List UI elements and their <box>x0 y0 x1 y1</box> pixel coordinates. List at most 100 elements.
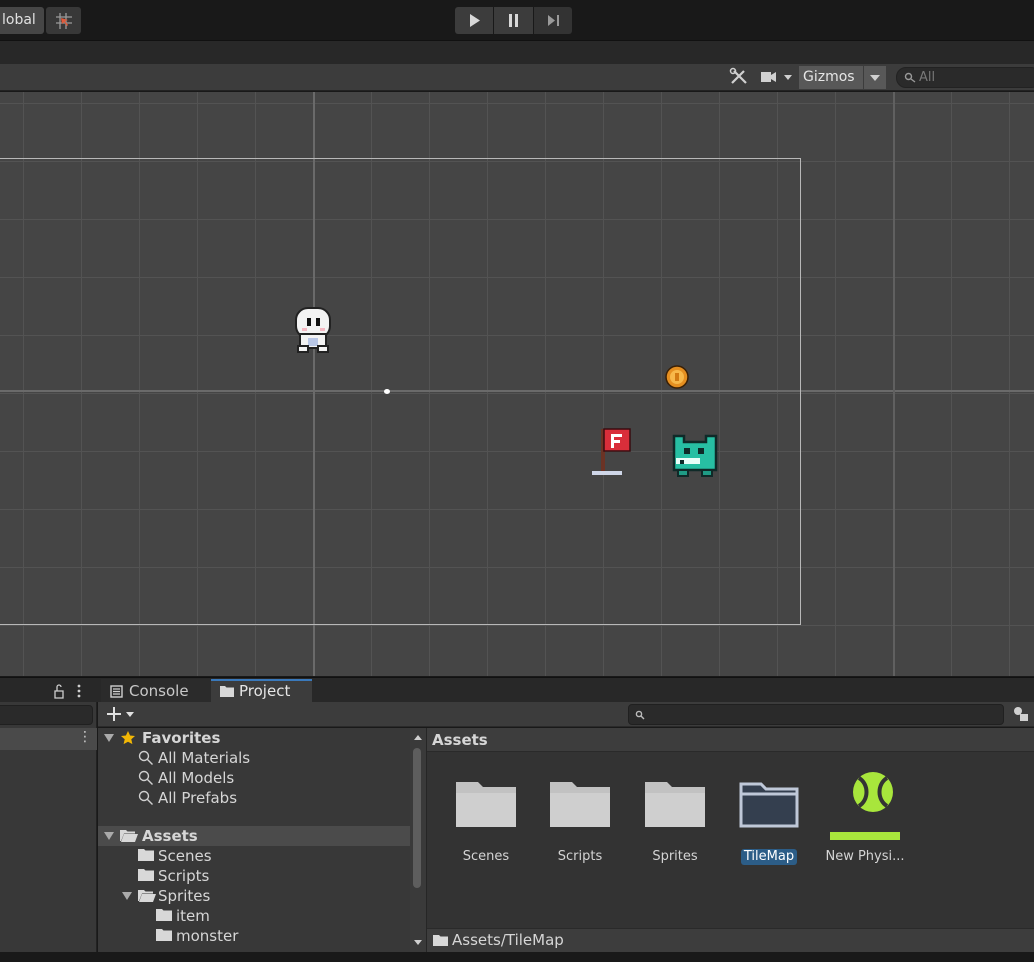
goal-flag-sprite[interactable] <box>590 425 634 485</box>
folder-icon <box>645 782 705 827</box>
hierarchy-row-menu-icon[interactable]: ⋮ <box>78 729 92 745</box>
search-icon <box>138 750 153 765</box>
plus-icon <box>107 707 134 721</box>
asset-label: Sprites <box>652 849 698 864</box>
tree-fav-item[interactable]: All Models <box>98 768 410 788</box>
asset-path-label: Assets/TileMap <box>452 931 564 949</box>
tree-scrollbar[interactable] <box>410 728 426 952</box>
scene-pivot-marker <box>384 389 390 394</box>
scene-view-toolbar: Gizmos All <box>0 64 1034 91</box>
scene-grid-line <box>893 92 895 676</box>
folder-icon <box>433 935 448 946</box>
pivot-rotation-toggle[interactable]: lobal <box>0 7 44 34</box>
coin-sprite[interactable] <box>665 365 689 393</box>
monster-sprite[interactable] <box>668 430 722 484</box>
physics-material-icon <box>830 772 900 840</box>
asset-label: Scenes <box>462 849 510 864</box>
folder-icon <box>156 909 172 921</box>
grid-snap-icon <box>56 13 72 29</box>
tab-project-label: Project <box>239 682 291 700</box>
step-icon <box>547 15 559 26</box>
pause-button[interactable] <box>494 7 533 34</box>
asset-folder-sprites[interactable]: Sprites <box>629 772 721 870</box>
lock-icon[interactable] <box>52 680 92 702</box>
asset-grid-panel: Assets Scenes Scripts Sprites TileMap Ne… <box>426 728 1034 952</box>
star-icon <box>121 731 135 745</box>
scroll-up-icon[interactable] <box>410 732 426 744</box>
tree-folder-label: item <box>176 907 210 925</box>
player-ghost-sprite[interactable] <box>290 306 336 362</box>
search-icon <box>635 710 645 720</box>
project-search-input[interactable] <box>628 704 1004 725</box>
tree-assets-label: Assets <box>142 827 198 845</box>
asset-path-bar: Assets/TileMap <box>427 928 1034 952</box>
tree-folder[interactable]: item <box>98 906 410 926</box>
bottom-tab-bar: Console Project <box>0 677 1034 703</box>
tree-fav-item[interactable]: All Materials <box>98 748 410 768</box>
tools-icon <box>729 67 747 84</box>
tree-assets[interactable]: Assets <box>98 826 410 846</box>
play-icon <box>470 14 480 27</box>
window-bottom-edge <box>0 952 1034 962</box>
play-controls <box>455 7 573 34</box>
pause-icon <box>509 14 519 27</box>
tree-favorites-label: Favorites <box>142 729 221 747</box>
search-by-type-button[interactable] <box>1012 705 1030 723</box>
folder-icon <box>456 782 516 827</box>
scene-tools-button[interactable] <box>726 66 752 88</box>
scroll-down-icon[interactable] <box>410 936 426 948</box>
tree-fav-item-label: All Prefabs <box>158 789 238 807</box>
folder-icon <box>138 849 154 861</box>
tab-project[interactable]: Project <box>211 679 312 703</box>
tree-fav-item-label: All Models <box>158 769 235 787</box>
grid-snapping-button[interactable] <box>46 7 81 34</box>
asset-folder-scenes[interactable]: Scenes <box>440 772 532 870</box>
gizmos-button[interactable]: Gizmos <box>799 66 863 89</box>
folder-open-icon <box>120 830 138 842</box>
hierarchy-panel: ⋮ <box>0 702 97 952</box>
toolbar-strip <box>0 40 1034 64</box>
scene-search-placeholder: All <box>919 70 936 85</box>
create-asset-button[interactable] <box>104 704 140 724</box>
expand-arrow-icon[interactable] <box>122 892 132 900</box>
hierarchy-search-input[interactable] <box>0 705 93 725</box>
asset-physics-material[interactable]: New Physi... <box>819 772 911 870</box>
scene-view[interactable] <box>0 92 1034 676</box>
tree-folder[interactable]: Scenes <box>98 846 410 866</box>
scene-camera-dropdown[interactable] <box>756 66 798 88</box>
hierarchy-tab-controls <box>52 680 92 702</box>
tree-fav-item[interactable]: All Prefabs <box>98 788 410 808</box>
tree-fav-item-label: All Materials <box>158 749 251 767</box>
scene-search-input[interactable]: All <box>896 67 1034 88</box>
tree-folder[interactable]: monster <box>98 926 410 946</box>
step-button[interactable] <box>533 7 572 34</box>
tab-console[interactable]: Console <box>101 679 211 703</box>
console-icon <box>110 685 123 698</box>
project-toolbar <box>98 702 1034 727</box>
asset-label-selected: TileMap <box>741 849 797 865</box>
asset-folder-scripts[interactable]: Scripts <box>534 772 626 870</box>
scrollbar-thumb[interactable] <box>413 748 421 888</box>
gizmos-dropdown[interactable] <box>864 66 886 89</box>
search-icon <box>138 770 153 785</box>
tree-folder-label: Scripts <box>158 867 210 885</box>
folder-icon <box>138 869 154 881</box>
asset-grid-header: Assets <box>427 728 1034 752</box>
expand-arrow-icon[interactable] <box>104 832 114 840</box>
folder-open-icon <box>138 890 156 902</box>
tree-favorites[interactable]: Favorites <box>98 728 410 748</box>
tree-folder-sprites[interactable]: Sprites <box>98 886 410 906</box>
tree-folder[interactable]: Scripts <box>98 866 410 886</box>
search-icon <box>138 790 153 805</box>
tree-folder-label: monster <box>176 927 239 945</box>
filter-type-icon <box>1014 707 1028 721</box>
main-toolbar: lobal <box>0 0 1034 40</box>
play-button[interactable] <box>455 7 494 34</box>
expand-arrow-icon[interactable] <box>104 734 114 742</box>
asset-label: New Physi... <box>825 849 905 864</box>
folder-icon <box>220 686 234 697</box>
tree-folder-label: Scenes <box>158 847 212 865</box>
project-folder-tree: Favorites All Materials All Models All P… <box>98 728 410 952</box>
folder-icon <box>550 782 610 827</box>
asset-folder-tilemap[interactable]: TileMap <box>723 772 815 870</box>
